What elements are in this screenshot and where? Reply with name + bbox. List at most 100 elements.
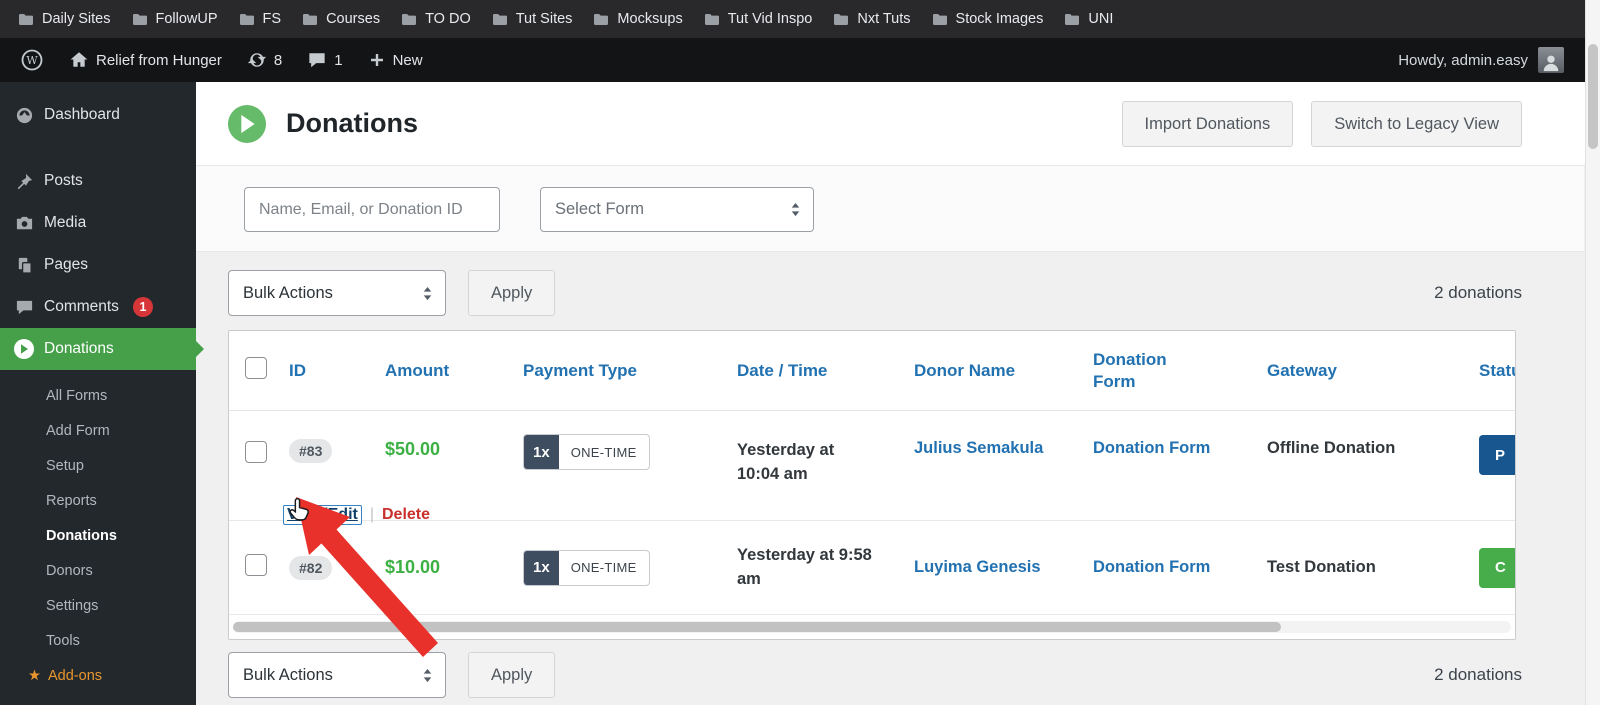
submenu-tools[interactable]: Tools xyxy=(0,623,196,658)
bookmark-label: UNI xyxy=(1088,11,1114,27)
comment-bubble-icon xyxy=(14,298,34,317)
updates-link[interactable]: 8 xyxy=(247,51,283,69)
column-header-amount[interactable]: Amount xyxy=(369,361,517,381)
status-button[interactable]: C xyxy=(1479,547,1515,588)
sort-arrows-icon xyxy=(423,668,432,682)
horizontal-scrollbar[interactable] xyxy=(233,621,1511,633)
sidebar-label: Comments xyxy=(44,298,119,315)
horizontal-scrollbar-thumb[interactable] xyxy=(233,622,1281,632)
column-header-payment-type[interactable]: Payment Type xyxy=(517,361,729,381)
folder-icon xyxy=(303,13,318,25)
givewp-logo-icon xyxy=(228,104,266,143)
wp-admin-bar: W Relief from Hunger 8 1 New Howdy, admi… xyxy=(0,38,1600,82)
sidebar-label: Posts xyxy=(44,172,83,189)
submenu-add-ons[interactable]: ★ Add-ons xyxy=(0,658,196,693)
menu-separator xyxy=(0,136,196,160)
submenu-donations[interactable]: Donations xyxy=(0,518,196,553)
sidebar-item-pages[interactable]: Pages xyxy=(0,244,196,286)
plus-icon xyxy=(370,54,383,66)
row-checkbox[interactable] xyxy=(245,554,267,576)
comments-link[interactable]: 1 xyxy=(308,51,343,69)
donor-name-link[interactable]: Julius Semakula xyxy=(914,439,1043,457)
pages-icon xyxy=(14,256,34,275)
column-header-donation-form[interactable]: Donation Form xyxy=(1085,349,1253,392)
sidebar-item-donations[interactable]: Donations xyxy=(0,328,196,370)
submenu-donors[interactable]: Donors xyxy=(0,553,196,588)
bookmark-daily-sites[interactable]: Daily Sites xyxy=(18,11,111,27)
bulk-actions-dropdown[interactable]: Bulk Actions xyxy=(228,270,446,316)
submenu-settings[interactable]: Settings xyxy=(0,588,196,623)
bookmark-courses[interactable]: Courses xyxy=(302,11,380,27)
site-name-link[interactable]: Relief from Hunger xyxy=(70,51,222,69)
sidebar-label: Media xyxy=(44,214,87,231)
folder-icon xyxy=(492,13,507,25)
column-header-gateway[interactable]: Gateway xyxy=(1253,361,1475,381)
import-donations-button[interactable]: Import Donations xyxy=(1121,101,1294,147)
gateway-label: Test Donation xyxy=(1267,558,1376,576)
bookmark-tut-vid-inspo[interactable]: Tut Vid Inspo xyxy=(704,11,812,27)
bookmark-followup[interactable]: FollowUP xyxy=(132,11,218,27)
bookmark-label: FS xyxy=(262,11,282,27)
sidebar-item-dashboard[interactable]: Dashboard xyxy=(0,94,196,136)
bulk-actions-value: Bulk Actions xyxy=(243,665,333,684)
column-header-donor-name[interactable]: Donor Name xyxy=(907,361,1085,381)
sidebar-item-posts[interactable]: Posts xyxy=(0,160,196,202)
bookmark-label: Mocksups xyxy=(617,11,683,27)
table-row: #82 $10.00 1x ONE-TIME Yesterday at 9:58… xyxy=(229,521,1515,615)
bookmark-fs[interactable]: FS xyxy=(239,11,282,27)
folder-icon xyxy=(704,13,719,25)
form-select-dropdown[interactable]: Select Form xyxy=(540,187,814,232)
wordpress-logo-icon[interactable]: W xyxy=(20,48,44,72)
switch-legacy-view-button[interactable]: Switch to Legacy View xyxy=(1311,101,1522,147)
folder-icon xyxy=(1065,13,1080,25)
vertical-scrollbar[interactable] xyxy=(1585,0,1600,705)
page-header: Donations Import Donations Switch to Leg… xyxy=(196,82,1600,166)
apply-button[interactable]: Apply xyxy=(468,270,556,316)
bookmark-uni[interactable]: UNI xyxy=(1064,11,1113,27)
donation-amount: $10.00 xyxy=(385,557,441,577)
donor-name-link[interactable]: Luyima Genesis xyxy=(914,558,1041,576)
search-input[interactable] xyxy=(244,187,500,232)
status-button[interactable]: P xyxy=(1479,435,1515,475)
folder-icon xyxy=(834,13,849,25)
submenu-all-forms[interactable]: All Forms xyxy=(0,378,196,413)
new-content-link[interactable]: New xyxy=(369,52,423,69)
pin-icon xyxy=(14,172,34,191)
star-icon: ★ xyxy=(28,667,41,684)
select-all-checkbox[interactable] xyxy=(245,357,267,379)
bookmark-label: Tut Sites xyxy=(515,11,573,27)
submenu-add-form[interactable]: Add Form xyxy=(0,413,196,448)
payment-type-label: ONE-TIME xyxy=(570,444,637,460)
avatar[interactable] xyxy=(1538,47,1564,73)
bookmark-label: Courses xyxy=(326,11,381,27)
bulk-actions-dropdown[interactable]: Bulk Actions xyxy=(228,652,446,698)
submenu-setup[interactable]: Setup xyxy=(0,448,196,483)
frequency-label: 1x xyxy=(524,550,559,585)
bookmark-stock-images[interactable]: Stock Images xyxy=(932,11,1044,27)
apply-button[interactable]: Apply xyxy=(468,652,556,698)
column-header-status[interactable]: Status xyxy=(1475,361,1515,381)
donation-form-link[interactable]: Donation Form xyxy=(1093,439,1210,457)
sidebar-item-comments[interactable]: Comments 1 xyxy=(0,286,196,328)
bookmark-tut-sites[interactable]: Tut Sites xyxy=(492,11,573,27)
folder-icon xyxy=(132,13,147,25)
bookmark-label: FollowUP xyxy=(155,11,218,27)
bookmark-to-do[interactable]: TO DO xyxy=(401,11,471,27)
donations-submenu: All Forms Add Form Setup Reports Donatio… xyxy=(0,370,196,701)
sidebar-item-media[interactable]: Media xyxy=(0,202,196,244)
payment-type-badge: 1x ONE-TIME xyxy=(523,549,650,586)
vertical-scrollbar-thumb[interactable] xyxy=(1588,44,1598,149)
updates-count: 8 xyxy=(273,51,283,69)
bookmark-nxt-tuts[interactable]: Nxt Tuts xyxy=(833,11,911,27)
donation-form-link[interactable]: Donation Form xyxy=(1093,558,1210,576)
bookmark-mocksups[interactable]: Mocksups xyxy=(593,11,683,27)
submenu-reports[interactable]: Reports xyxy=(0,483,196,518)
column-header-date-time[interactable]: Date / Time xyxy=(729,361,907,381)
column-header-id[interactable]: ID xyxy=(277,361,369,381)
row-checkbox[interactable] xyxy=(245,441,267,463)
table-header-row: ID Amount Payment Type Date / Time Donor… xyxy=(229,331,1515,411)
bookmark-label: Stock Images xyxy=(955,11,1044,27)
gateway-label: Offline Donation xyxy=(1267,439,1396,457)
bookmarks-bar: Daily Sites FollowUP FS Courses TO DO Tu… xyxy=(0,0,1600,38)
howdy-account-link[interactable]: Howdy, admin.easy xyxy=(1398,52,1528,69)
